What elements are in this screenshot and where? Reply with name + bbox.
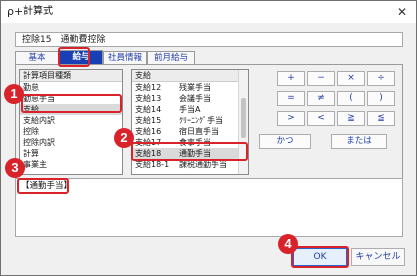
table-row[interactable]: 支給14 手当A — [132, 104, 248, 115]
list-item[interactable]: 控除 — [20, 126, 122, 137]
callout-frame-category — [21, 94, 122, 113]
callout-badge-3: 3 — [5, 158, 25, 178]
window-title: 計算式 — [23, 6, 53, 17]
equals-button[interactable]: = — [277, 91, 305, 106]
callout-frame-token — [17, 178, 69, 194]
less-than-button[interactable]: < — [307, 111, 335, 126]
list-item[interactable]: 計算 — [20, 148, 122, 159]
close-paren-button[interactable]: ) — [367, 91, 395, 106]
item-list-header: 支給 — [132, 70, 248, 82]
item-code: 支給16 — [135, 127, 162, 136]
greater-than-button[interactable]: > — [277, 111, 305, 126]
list-item[interactable]: 勤怠 — [20, 82, 122, 93]
divide-button[interactable]: ÷ — [367, 71, 395, 86]
not-equals-button[interactable]: ≠ — [307, 91, 335, 106]
close-icon[interactable]: ✕ — [394, 4, 410, 20]
tab-basic[interactable]: 基本 — [15, 51, 59, 65]
tab-previous-month-salary[interactable]: 前月給与 — [147, 51, 195, 65]
callout-frame-salary-tab — [58, 47, 90, 67]
list-item[interactable]: 支給内訳 — [20, 115, 122, 126]
category-list[interactable]: 計算項目種類 勤怠 勤怠手当 支給 支給内訳 控除 控除内訳 計算 事業主 — [19, 69, 123, 175]
plus-button[interactable]: + — [277, 71, 305, 86]
callout-frame-ok — [291, 246, 349, 268]
item-code: 支給13 — [135, 94, 162, 103]
item-code: 支給15 — [135, 116, 162, 125]
multiply-button[interactable]: × — [337, 71, 365, 86]
item-name: 残業手当 — [179, 83, 211, 92]
or-button[interactable]: または — [331, 134, 387, 149]
formula-dialog: ρ+ 計算式 ✕ 控除15 通勤費控除 基本 給与 社員情報 前月給与 計算項目… — [0, 0, 417, 276]
scroll-thumb[interactable] — [241, 98, 246, 138]
table-row[interactable]: 支給12 残業手当 — [132, 82, 248, 93]
item-code: 支給12 — [135, 83, 162, 92]
item-code: 支給14 — [135, 105, 162, 114]
callout-badge-1: 1 — [4, 84, 24, 104]
list-item[interactable]: 事業主 — [20, 159, 122, 170]
greater-equal-button[interactable]: ≧ — [337, 111, 365, 126]
item-name: ｸﾘｰﾆﾝｸﾞ手当 — [179, 116, 223, 125]
less-equal-button[interactable]: ≦ — [367, 111, 395, 126]
item-name: 宿日直手当 — [179, 127, 219, 136]
and-button[interactable]: かつ — [259, 134, 311, 149]
table-row[interactable]: 支給15 ｸﾘｰﾆﾝｸﾞ手当 — [132, 115, 248, 126]
callout-badge-4: 4 — [278, 234, 298, 254]
item-name: 手当A — [179, 105, 201, 114]
minus-button[interactable]: − — [307, 71, 335, 86]
item-name: 会議手当 — [179, 94, 211, 103]
list-item[interactable]: 控除内訳 — [20, 137, 122, 148]
title-bar: ρ+ 計算式 ✕ — [1, 1, 416, 23]
open-paren-button[interactable]: ( — [337, 91, 365, 106]
tab-employee-info[interactable]: 社員情報 — [103, 51, 147, 65]
table-row[interactable]: 支給13 会議手当 — [132, 93, 248, 104]
function-icon: ρ+ — [7, 5, 24, 18]
target-item-field: 控除15 通勤費控除 — [15, 32, 403, 47]
table-row[interactable]: 支給16 宿日直手当 — [132, 126, 248, 137]
callout-frame-item — [131, 142, 248, 161]
formula-edit-box[interactable] — [15, 178, 403, 237]
cancel-button[interactable]: キャンセル — [351, 248, 405, 266]
category-list-header: 計算項目種類 — [20, 70, 122, 82]
callout-badge-2: 2 — [114, 128, 134, 148]
item-name: 課税通勤手当 — [179, 160, 227, 169]
